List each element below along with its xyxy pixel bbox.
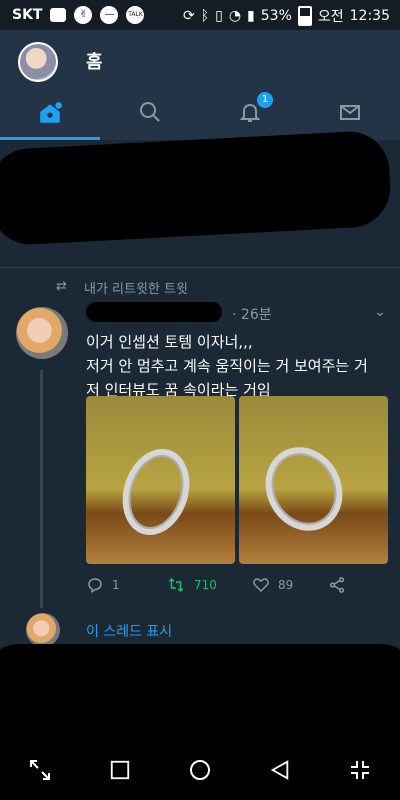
tab-notifications[interactable]: 1 xyxy=(200,86,300,140)
home-button[interactable] xyxy=(180,750,220,790)
screenshot-button[interactable] xyxy=(20,750,60,790)
tweet-time-value: 26분 xyxy=(240,307,272,323)
show-thread-link[interactable]: 이 스레드 표시 xyxy=(86,621,172,641)
signal-icon: ▮ xyxy=(247,8,255,24)
tab-home[interactable] xyxy=(0,86,100,140)
expand-icon xyxy=(30,760,50,780)
mail-icon xyxy=(340,105,360,120)
ampm-label: 오전 xyxy=(317,9,344,25)
system-nav-bar xyxy=(0,740,400,800)
collapse-icon xyxy=(351,761,369,779)
retweet-small-icon: ⇄ xyxy=(56,279,67,294)
retweet-count: 710 xyxy=(194,578,217,592)
home-icon xyxy=(40,102,62,123)
share-icon xyxy=(329,577,345,593)
retweet-icon xyxy=(168,577,184,593)
divider xyxy=(0,267,400,268)
carrier-label: SKT xyxy=(12,7,43,23)
minus-icon: — xyxy=(100,6,119,24)
reply-button[interactable]: 1 xyxy=(86,576,120,594)
retweet-label: 내가 리트윗한 트윗 xyxy=(84,282,188,297)
reply-count: 1 xyxy=(112,578,120,592)
redacted-area xyxy=(0,129,393,247)
battery-icon xyxy=(297,6,312,26)
retweet-button[interactable]: 710 xyxy=(166,576,217,594)
vibrate-icon: ▯ xyxy=(215,8,223,24)
thread-line xyxy=(40,370,43,608)
tweet-photo-2[interactable] xyxy=(239,396,388,564)
bluetooth-icon: ᛒ xyxy=(200,8,210,24)
battery-percent: 53% xyxy=(260,8,292,24)
redacted-username xyxy=(86,302,222,322)
tweet-author-avatar[interactable] xyxy=(16,307,68,359)
share-button[interactable] xyxy=(328,576,346,594)
circle-icon xyxy=(190,760,210,780)
ring-image xyxy=(111,440,201,544)
talk-icon: TALK xyxy=(126,6,145,24)
wifi-icon: ◔ xyxy=(228,8,242,24)
sync-icon: ⟳ xyxy=(182,8,195,24)
like-button[interactable]: 89 xyxy=(252,576,293,594)
tweet-text: 이거 인셉션 토템 이자너,,, 저거 안 멈추고 계속 움직이는 거 보여주는… xyxy=(86,330,392,402)
chevron-down-icon[interactable]: ⌄ xyxy=(374,304,386,320)
status-bar: SKT ✌ — TALK ⟳ ᛒ ▯ ◔ ▮ 53% 오전 12:35 xyxy=(0,0,400,30)
like-count: 89 xyxy=(278,578,294,592)
tweet-photo-1[interactable] xyxy=(86,396,235,564)
back-button[interactable] xyxy=(260,750,300,790)
reply-icon xyxy=(88,578,102,594)
notification-badge: 1 xyxy=(257,92,273,108)
square-icon xyxy=(110,760,130,780)
thread-avatar[interactable] xyxy=(26,613,60,647)
tweet-actions: 1 710 89 xyxy=(86,576,366,600)
tab-search[interactable] xyxy=(100,86,200,140)
page-title: 홈 xyxy=(86,52,103,73)
collapse-button[interactable] xyxy=(340,750,380,790)
profile-avatar[interactable] xyxy=(18,42,58,82)
tweet-line: 저거 안 멈추고 계속 움직이는 거 보여주는 거 xyxy=(86,357,368,375)
timeline[interactable]: ⇄ 내가 리트윗한 트윗 · 26분 ⌄ 이거 인셉션 토템 이자너,,, 저거… xyxy=(0,129,400,750)
redacted-area xyxy=(0,644,400,750)
v-icon: ✌ xyxy=(74,6,93,24)
app-header: 홈 1 xyxy=(0,30,400,140)
chat-icon xyxy=(50,8,67,22)
tweet-line: 이거 인셉션 토템 이자너,,, xyxy=(86,333,253,351)
search-icon xyxy=(140,102,160,122)
tweet-time: · 26분 xyxy=(232,307,272,323)
clock: 12:35 xyxy=(349,8,390,24)
ring-image xyxy=(251,433,357,545)
heart-icon xyxy=(253,578,269,593)
recent-apps-button[interactable] xyxy=(100,750,140,790)
triangle-back-icon xyxy=(270,760,289,780)
